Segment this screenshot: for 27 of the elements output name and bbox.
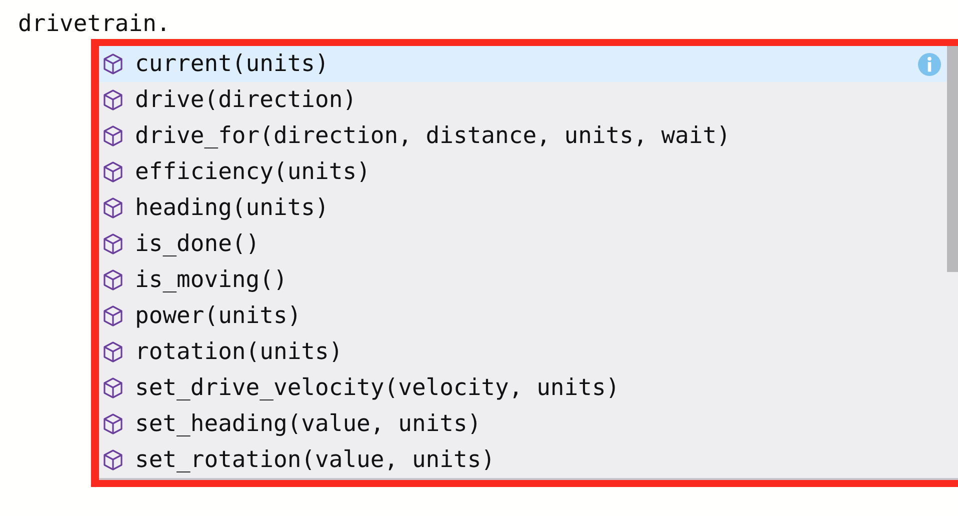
info-icon[interactable] bbox=[918, 52, 941, 76]
cube-icon bbox=[103, 89, 123, 111]
cube-icon bbox=[103, 161, 123, 183]
cube-icon bbox=[103, 413, 123, 435]
suggestion-item[interactable]: drive_for(direction, distance, units, wait) bbox=[99, 118, 947, 154]
suggestion-item[interactable]: is_moving() bbox=[99, 262, 947, 298]
suggestion-item[interactable]: heading(units) bbox=[99, 190, 947, 226]
cube-icon bbox=[103, 53, 123, 75]
cube-icon bbox=[103, 449, 123, 471]
suggestion-item[interactable]: power(units) bbox=[99, 298, 947, 334]
suggestion-item[interactable]: set_drive_velocity(velocity, units) bbox=[99, 370, 947, 406]
cube-icon bbox=[103, 341, 123, 363]
suggestion-item[interactable]: set_heading(value, units) bbox=[99, 406, 947, 442]
cube-icon bbox=[103, 305, 123, 327]
cube-icon bbox=[103, 269, 123, 291]
cube-icon bbox=[103, 125, 123, 147]
suggestion-item[interactable]: drive(direction) bbox=[99, 82, 947, 118]
scrollbar-thumb[interactable] bbox=[947, 46, 958, 272]
suggestion-item[interactable]: is_done() bbox=[99, 226, 947, 262]
cube-icon bbox=[103, 377, 123, 399]
suggestion-item[interactable]: current(units) bbox=[99, 46, 947, 82]
cube-icon bbox=[103, 197, 123, 219]
cube-icon bbox=[103, 233, 123, 255]
suggestion-item[interactable]: set_rotation(value, units) bbox=[99, 442, 947, 478]
code-line: drivetrain. bbox=[18, 10, 172, 39]
suggestion-item[interactable]: efficiency(units) bbox=[99, 154, 947, 190]
suggestion-item[interactable]: rotation(units) bbox=[99, 334, 947, 370]
